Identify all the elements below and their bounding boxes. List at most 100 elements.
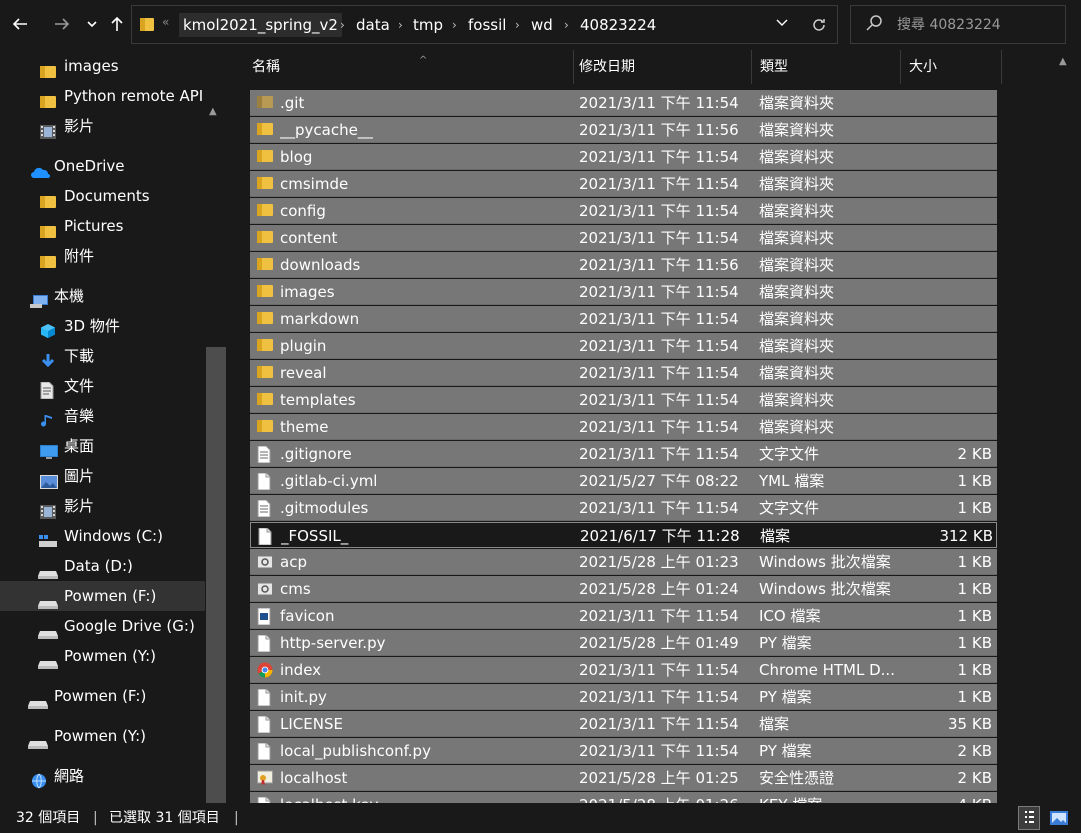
address-bar[interactable]: « kmol2021_spring_v2 › data › tmp › foss… xyxy=(131,5,838,44)
sidebar-item-label: 網路 xyxy=(54,767,85,785)
table-row[interactable]: templates 2021/3/11 下午 11:54 檔案資料夾 xyxy=(250,387,997,413)
table-row[interactable]: _FOSSIL_ 2021/6/17 下午 11:28 檔案 312 KB xyxy=(250,522,997,548)
table-row[interactable]: reveal 2021/3/11 下午 11:54 檔案資料夾 xyxy=(250,360,997,386)
table-row[interactable]: localhost 2021/5/28 上午 01:25 安全性憑證 2 KB xyxy=(250,765,997,791)
breadcrumb-item[interactable]: fossil xyxy=(466,13,508,37)
table-row[interactable]: content 2021/3/11 下午 11:54 檔案資料夾 xyxy=(250,225,997,251)
table-row[interactable]: LICENSE 2021/3/11 下午 11:54 檔案 35 KB xyxy=(250,711,997,737)
file-date: 2021/3/11 下午 11:54 xyxy=(579,94,739,112)
sidebar-item[interactable]: Google Drive (G:) xyxy=(0,611,205,641)
breadcrumb-item[interactable]: wd xyxy=(529,13,555,37)
file-name: cms xyxy=(280,580,311,598)
sidebar-item[interactable]: OneDrive xyxy=(0,151,205,181)
table-row[interactable]: blog 2021/3/11 下午 11:54 檔案資料夾 xyxy=(250,144,997,170)
column-header-label: 類型 xyxy=(760,59,788,75)
table-row[interactable]: plugin 2021/3/11 下午 11:54 檔案資料夾 xyxy=(250,333,997,359)
file-type: 檔案資料夾 xyxy=(759,364,835,382)
search-input[interactable] xyxy=(897,15,1057,35)
table-row[interactable]: .gitmodules 2021/3/11 下午 11:54 文字文件 1 KB xyxy=(250,495,997,521)
table-row[interactable]: local_publishconf.py 2021/3/11 下午 11:54 PY… xyxy=(250,738,997,764)
sidebar-item[interactable]: 影片 xyxy=(0,491,205,521)
details-view-button[interactable] xyxy=(1018,806,1040,830)
breadcrumb-separator[interactable]: › xyxy=(340,13,345,37)
forward-button[interactable] xyxy=(50,10,74,38)
sidebar-item[interactable]: images xyxy=(0,51,205,81)
up-button[interactable] xyxy=(105,10,129,38)
table-row[interactable]: __pycache__ 2021/3/11 下午 11:56 檔案資料夾 xyxy=(250,117,997,143)
breadcrumb-separator[interactable]: › xyxy=(515,13,520,37)
table-row[interactable]: cmsimde 2021/3/11 下午 11:54 檔案資料夾 xyxy=(250,171,997,197)
table-row[interactable]: theme 2021/3/11 下午 11:54 檔案資料夾 xyxy=(250,414,997,440)
large-icons-view-button[interactable] xyxy=(1049,808,1069,826)
table-row[interactable]: markdown 2021/3/11 下午 11:54 檔案資料夾 xyxy=(250,306,997,332)
sidebar-item-label: images xyxy=(64,57,119,75)
sidebar-item[interactable]: Windows (C:) xyxy=(0,521,205,551)
address-history-button[interactable] xyxy=(772,15,792,35)
column-header-row: 名稱 ^ 修改日期 類型 大小 xyxy=(229,50,1004,84)
table-row[interactable]: config 2021/3/11 下午 11:54 檔案資料夾 xyxy=(250,198,997,224)
table-row[interactable]: .gitlab-ci.yml 2021/5/27 下午 08:22 YML 檔案 1 … xyxy=(250,468,997,494)
column-header-name[interactable]: 名稱 ^ xyxy=(244,50,574,84)
file-size: 2 KB xyxy=(957,742,992,760)
breadcrumb-separator[interactable]: › xyxy=(398,13,403,37)
table-row[interactable]: http-server.py 2021/5/28 上午 01:49 PY 檔案 1 K… xyxy=(250,630,997,656)
chrome-icon xyxy=(257,662,273,678)
sidebar-item[interactable]: 桌面 xyxy=(0,431,205,461)
column-header-date[interactable]: 修改日期 xyxy=(571,50,752,84)
table-row[interactable]: init.py 2021/3/11 下午 11:54 PY 檔案 1 KB xyxy=(250,684,997,710)
table-row[interactable]: .gitignore 2021/3/11 下午 11:54 文字文件 2 KB xyxy=(250,441,997,467)
file-name: init.py xyxy=(280,688,327,706)
table-row[interactable]: localhost.key 2021/5/28 上午 01:26KEY 檔案4 K… xyxy=(250,792,997,803)
folder-icon xyxy=(257,392,273,408)
sidebar-item[interactable]: 影片 xyxy=(0,111,205,141)
file-name: .git xyxy=(280,94,305,112)
breadcrumb-item[interactable]: 40823224 xyxy=(578,13,658,37)
table-row[interactable]: cms 2021/5/28 上午 01:24 Windows 批次檔案 1 KB xyxy=(250,576,997,602)
table-row[interactable]: acp 2021/5/28 上午 01:23 Windows 批次檔案 1 KB xyxy=(250,549,997,575)
sidebar-item[interactable]: 附件 xyxy=(0,241,205,271)
breadcrumb-overflow[interactable]: « xyxy=(162,15,169,29)
file-date: 2021/3/11 下午 11:54 xyxy=(579,202,739,220)
sidebar-item[interactable]: 文件 xyxy=(0,371,205,401)
sidebar-item[interactable]: 本機 xyxy=(0,281,205,311)
sidebar-item[interactable]: 音樂 xyxy=(0,401,205,431)
sidebar-item[interactable]: 下載 xyxy=(0,341,205,371)
sidebar-item[interactable]: Powmen (Y:) xyxy=(0,641,205,671)
scroll-up-arrow-icon[interactable]: ▲ xyxy=(1059,56,1067,67)
sidebar-item[interactable]: Powmen (F:) xyxy=(0,681,205,711)
breadcrumb-separator[interactable]: › xyxy=(452,13,457,37)
sidebar-item[interactable]: Python remote API xyxy=(0,81,205,111)
folder-icon xyxy=(257,149,273,165)
breadcrumb-item[interactable]: data xyxy=(354,13,392,37)
sidebar-item[interactable]: 網路 xyxy=(0,761,205,791)
sidebar-item[interactable]: Powmen (F:) xyxy=(0,581,205,611)
table-row[interactable]: index 2021/3/11 下午 11:54 Chrome HTML D... 1… xyxy=(250,657,997,683)
folder-icon xyxy=(40,219,56,238)
breadcrumb-item[interactable]: tmp xyxy=(411,13,445,37)
table-row[interactable]: downloads 2021/3/11 下午 11:56 檔案資料夾 xyxy=(250,252,997,278)
sidebar-item[interactable]: Data (D:) xyxy=(0,551,205,581)
sidebar-item[interactable]: Pictures xyxy=(0,211,205,241)
navigation-scrollbar-thumb[interactable] xyxy=(206,347,226,803)
table-row[interactable]: images 2021/3/11 下午 11:54 檔案資料夾 xyxy=(250,279,997,305)
desktop-icon xyxy=(40,439,58,459)
column-header-type[interactable]: 類型 xyxy=(752,50,901,84)
column-header-size[interactable]: 大小 xyxy=(901,50,1002,84)
file-date: 2021/3/11 下午 11:54 xyxy=(579,688,739,706)
file-list-scrollbar[interactable]: ▲ xyxy=(1054,50,1074,803)
breadcrumb-item[interactable]: kmol2021_spring_v2 xyxy=(179,13,342,37)
sidebar-item[interactable]: 3D 物件 xyxy=(0,311,205,341)
table-row[interactable]: .git 2021/3/11 下午 11:54 檔案資料夾 xyxy=(250,90,997,116)
file-icon xyxy=(258,527,273,546)
refresh-button[interactable] xyxy=(807,13,831,37)
folder-icon xyxy=(257,203,273,219)
sidebar-item[interactable]: 圖片 xyxy=(0,461,205,491)
sidebar-item[interactable]: Documents xyxy=(0,181,205,211)
sidebar-item[interactable]: Powmen (Y:) xyxy=(0,721,205,751)
table-row[interactable]: favicon 2021/3/11 下午 11:54 ICO 檔案 1 KB xyxy=(250,603,997,629)
breadcrumb-separator[interactable]: › xyxy=(564,13,569,37)
search-box[interactable] xyxy=(850,5,1066,44)
recent-locations-button[interactable] xyxy=(80,10,104,38)
back-button[interactable] xyxy=(8,10,32,38)
scroll-up-arrow-icon[interactable]: ▲ xyxy=(209,106,217,117)
